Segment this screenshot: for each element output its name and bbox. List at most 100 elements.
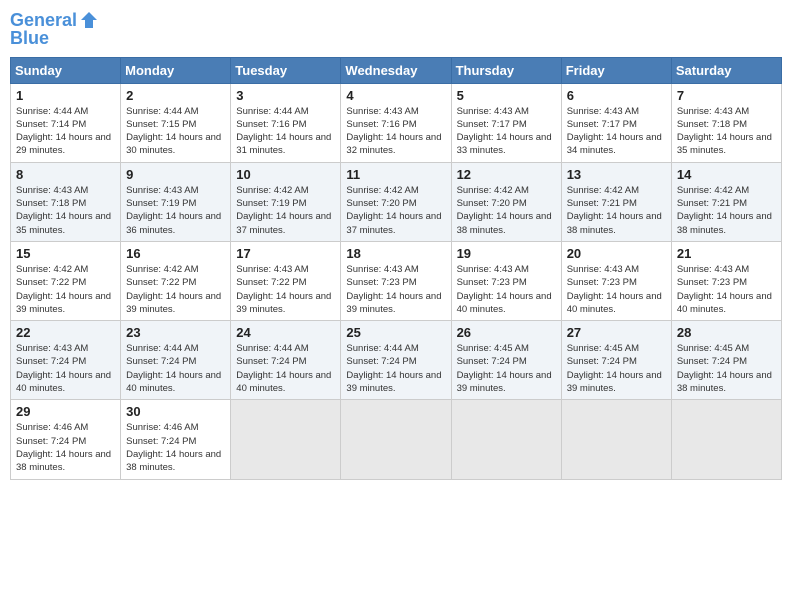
calendar: SundayMondayTuesdayWednesdayThursdayFrid… xyxy=(10,57,782,480)
calendar-cell: 9 Sunrise: 4:43 AM Sunset: 7:19 PM Daylig… xyxy=(121,162,231,241)
day-number: 18 xyxy=(346,246,445,261)
calendar-cell: 1Sunrise: 4:44 AM Sunset: 7:14 PM Daylig… xyxy=(11,83,121,162)
calendar-cell: 29 Sunrise: 4:46 AM Sunset: 7:24 PM Dayli… xyxy=(11,400,121,479)
week-row-3: 15 Sunrise: 4:42 AM Sunset: 7:22 PM Dayli… xyxy=(11,241,782,320)
cell-info: Sunrise: 4:44 AM Sunset: 7:14 PM Dayligh… xyxy=(16,105,115,158)
cell-info: Sunrise: 4:42 AM Sunset: 7:21 PM Dayligh… xyxy=(677,184,776,237)
calendar-cell: 6 Sunrise: 4:43 AM Sunset: 7:17 PM Daylig… xyxy=(561,83,671,162)
day-number: 4 xyxy=(346,88,445,103)
calendar-cell: 17 Sunrise: 4:43 AM Sunset: 7:22 PM Dayli… xyxy=(231,241,341,320)
calendar-cell: 20Sunrise: 4:43 AM Sunset: 7:23 PM Dayli… xyxy=(561,241,671,320)
cell-info: Sunrise: 4:42 AM Sunset: 7:22 PM Dayligh… xyxy=(126,263,225,316)
calendar-cell xyxy=(671,400,781,479)
calendar-cell xyxy=(341,400,451,479)
day-number: 30 xyxy=(126,404,225,419)
cell-info: Sunrise: 4:43 AM Sunset: 7:19 PM Dayligh… xyxy=(126,184,225,237)
calendar-cell xyxy=(451,400,561,479)
cell-info: Sunrise: 4:42 AM Sunset: 7:20 PM Dayligh… xyxy=(457,184,556,237)
calendar-cell: 26 Sunrise: 4:45 AM Sunset: 7:24 PM Dayli… xyxy=(451,321,561,400)
day-number: 29 xyxy=(16,404,115,419)
cell-info: Sunrise: 4:43 AM Sunset: 7:17 PM Dayligh… xyxy=(457,105,556,158)
cell-info: Sunrise: 4:45 AM Sunset: 7:24 PM Dayligh… xyxy=(677,342,776,395)
cell-info: Sunrise: 4:44 AM Sunset: 7:15 PM Dayligh… xyxy=(126,105,225,158)
cell-info: Sunrise: 4:43 AM Sunset: 7:17 PM Dayligh… xyxy=(567,105,666,158)
calendar-cell: 16 Sunrise: 4:42 AM Sunset: 7:22 PM Dayli… xyxy=(121,241,231,320)
day-number: 8 xyxy=(16,167,115,182)
calendar-cell: 25Sunrise: 4:44 AM Sunset: 7:24 PM Dayli… xyxy=(341,321,451,400)
cell-info: Sunrise: 4:46 AM Sunset: 7:24 PM Dayligh… xyxy=(126,421,225,474)
cell-info: Sunrise: 4:43 AM Sunset: 7:16 PM Dayligh… xyxy=(346,105,445,158)
cell-info: Sunrise: 4:43 AM Sunset: 7:23 PM Dayligh… xyxy=(677,263,776,316)
day-number: 12 xyxy=(457,167,556,182)
day-number: 22 xyxy=(16,325,115,340)
cell-info: Sunrise: 4:43 AM Sunset: 7:18 PM Dayligh… xyxy=(677,105,776,158)
calendar-cell: 2 Sunrise: 4:44 AM Sunset: 7:15 PM Daylig… xyxy=(121,83,231,162)
calendar-cell: 4 Sunrise: 4:43 AM Sunset: 7:16 PM Daylig… xyxy=(341,83,451,162)
week-row-2: 8 Sunrise: 4:43 AM Sunset: 7:18 PM Daylig… xyxy=(11,162,782,241)
header-monday: Monday xyxy=(121,57,231,83)
header-thursday: Thursday xyxy=(451,57,561,83)
day-number: 19 xyxy=(457,246,556,261)
week-row-4: 22 Sunrise: 4:43 AM Sunset: 7:24 PM Dayli… xyxy=(11,321,782,400)
day-number: 23 xyxy=(126,325,225,340)
cell-info: Sunrise: 4:44 AM Sunset: 7:24 PM Dayligh… xyxy=(236,342,335,395)
calendar-cell: 21 Sunrise: 4:43 AM Sunset: 7:23 PM Dayli… xyxy=(671,241,781,320)
calendar-cell: 19 Sunrise: 4:43 AM Sunset: 7:23 PM Dayli… xyxy=(451,241,561,320)
week-row-1: 1Sunrise: 4:44 AM Sunset: 7:14 PM Daylig… xyxy=(11,83,782,162)
day-number: 3 xyxy=(236,88,335,103)
logo: General Blue xyxy=(10,10,99,49)
day-number: 27 xyxy=(567,325,666,340)
day-number: 6 xyxy=(567,88,666,103)
day-number: 7 xyxy=(677,88,776,103)
cell-info: Sunrise: 4:45 AM Sunset: 7:24 PM Dayligh… xyxy=(567,342,666,395)
calendar-cell: 22 Sunrise: 4:43 AM Sunset: 7:24 PM Dayli… xyxy=(11,321,121,400)
header-saturday: Saturday xyxy=(671,57,781,83)
header-tuesday: Tuesday xyxy=(231,57,341,83)
header-row: SundayMondayTuesdayWednesdayThursdayFrid… xyxy=(11,57,782,83)
cell-info: Sunrise: 4:44 AM Sunset: 7:24 PM Dayligh… xyxy=(346,342,445,395)
page-header: General Blue xyxy=(10,10,782,49)
cell-info: Sunrise: 4:46 AM Sunset: 7:24 PM Dayligh… xyxy=(16,421,115,474)
cell-info: Sunrise: 4:45 AM Sunset: 7:24 PM Dayligh… xyxy=(457,342,556,395)
calendar-cell xyxy=(561,400,671,479)
calendar-cell: 5Sunrise: 4:43 AM Sunset: 7:17 PM Daylig… xyxy=(451,83,561,162)
calendar-cell: 14 Sunrise: 4:42 AM Sunset: 7:21 PM Dayli… xyxy=(671,162,781,241)
day-number: 14 xyxy=(677,167,776,182)
cell-info: Sunrise: 4:43 AM Sunset: 7:23 PM Dayligh… xyxy=(457,263,556,316)
cell-info: Sunrise: 4:44 AM Sunset: 7:16 PM Dayligh… xyxy=(236,105,335,158)
day-number: 15 xyxy=(16,246,115,261)
day-number: 28 xyxy=(677,325,776,340)
day-number: 13 xyxy=(567,167,666,182)
week-row-5: 29 Sunrise: 4:46 AM Sunset: 7:24 PM Dayli… xyxy=(11,400,782,479)
calendar-cell: 11 Sunrise: 4:42 AM Sunset: 7:20 PM Dayli… xyxy=(341,162,451,241)
day-number: 26 xyxy=(457,325,556,340)
day-number: 9 xyxy=(126,167,225,182)
calendar-cell: 24Sunrise: 4:44 AM Sunset: 7:24 PM Dayli… xyxy=(231,321,341,400)
day-number: 11 xyxy=(346,167,445,182)
day-number: 10 xyxy=(236,167,335,182)
cell-info: Sunrise: 4:44 AM Sunset: 7:24 PM Dayligh… xyxy=(126,342,225,395)
calendar-cell: 7 Sunrise: 4:43 AM Sunset: 7:18 PM Daylig… xyxy=(671,83,781,162)
cell-info: Sunrise: 4:42 AM Sunset: 7:21 PM Dayligh… xyxy=(567,184,666,237)
day-number: 17 xyxy=(236,246,335,261)
cell-info: Sunrise: 4:43 AM Sunset: 7:24 PM Dayligh… xyxy=(16,342,115,395)
calendar-cell: 23 Sunrise: 4:44 AM Sunset: 7:24 PM Dayli… xyxy=(121,321,231,400)
calendar-cell: 28 Sunrise: 4:45 AM Sunset: 7:24 PM Dayli… xyxy=(671,321,781,400)
calendar-cell: 10Sunrise: 4:42 AM Sunset: 7:19 PM Dayli… xyxy=(231,162,341,241)
cell-info: Sunrise: 4:43 AM Sunset: 7:22 PM Dayligh… xyxy=(236,263,335,316)
cell-info: Sunrise: 4:42 AM Sunset: 7:20 PM Dayligh… xyxy=(346,184,445,237)
day-number: 2 xyxy=(126,88,225,103)
calendar-cell: 15Sunrise: 4:42 AM Sunset: 7:22 PM Dayli… xyxy=(11,241,121,320)
cell-info: Sunrise: 4:43 AM Sunset: 7:23 PM Dayligh… xyxy=(567,263,666,316)
logo-icon xyxy=(79,10,99,30)
cell-info: Sunrise: 4:43 AM Sunset: 7:18 PM Dayligh… xyxy=(16,184,115,237)
calendar-cell: 3 Sunrise: 4:44 AM Sunset: 7:16 PM Daylig… xyxy=(231,83,341,162)
cell-info: Sunrise: 4:43 AM Sunset: 7:23 PM Dayligh… xyxy=(346,263,445,316)
header-sunday: Sunday xyxy=(11,57,121,83)
day-number: 21 xyxy=(677,246,776,261)
calendar-cell: 27 Sunrise: 4:45 AM Sunset: 7:24 PM Dayli… xyxy=(561,321,671,400)
calendar-cell: 12 Sunrise: 4:42 AM Sunset: 7:20 PM Dayli… xyxy=(451,162,561,241)
calendar-cell: 8 Sunrise: 4:43 AM Sunset: 7:18 PM Daylig… xyxy=(11,162,121,241)
calendar-cell xyxy=(231,400,341,479)
day-number: 16 xyxy=(126,246,225,261)
